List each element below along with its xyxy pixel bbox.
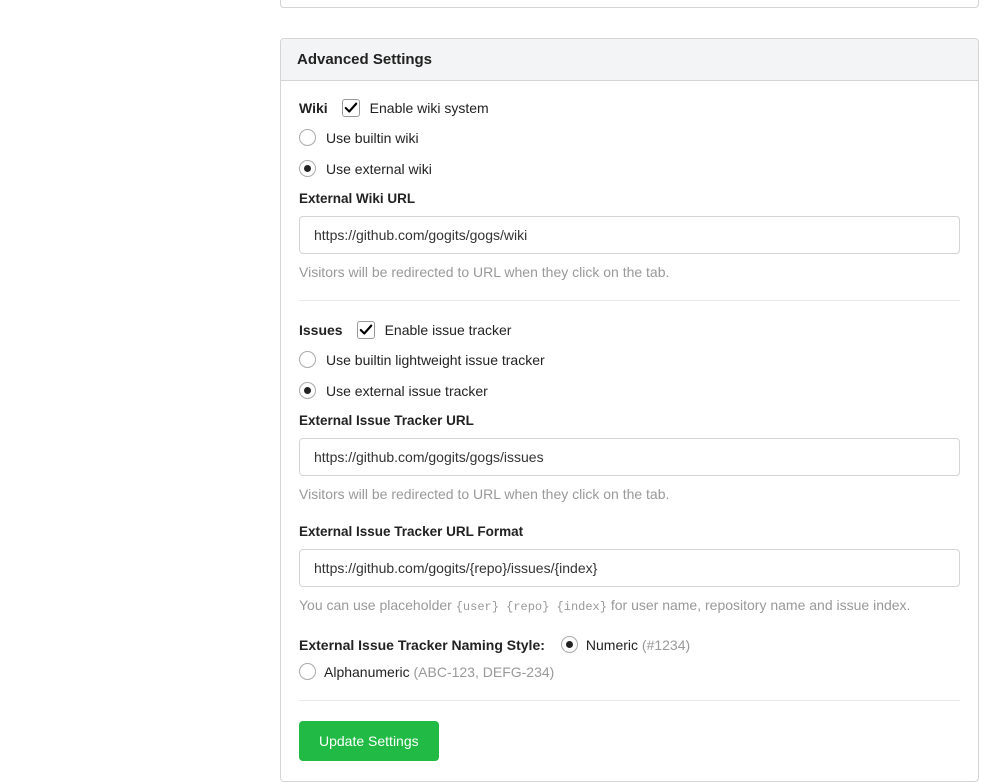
issues-builtin-row: Use builtin lightweight issue tracker — [299, 351, 960, 368]
advanced-settings-card: Advanced Settings Wiki Enable wiki syste… — [280, 38, 979, 782]
format-help-code: {user} {repo} {index} — [456, 600, 607, 614]
issues-builtin-radio[interactable] — [299, 351, 316, 368]
wiki-builtin-radio[interactable] — [299, 129, 316, 146]
naming-style-row: External Issue Tracker Naming Style: Num… — [299, 636, 960, 680]
wiki-label: Wiki — [299, 100, 328, 116]
alphanumeric-radio[interactable] — [299, 663, 316, 680]
issues-label: Issues — [299, 322, 343, 338]
numeric-radio[interactable] — [561, 636, 578, 653]
enable-issues-checkbox[interactable] — [357, 321, 375, 339]
enable-issues-label: Enable issue tracker — [385, 322, 512, 338]
check-icon — [359, 323, 373, 337]
numeric-option-label: Numeric (#1234) — [586, 637, 690, 653]
external-wiki-url-label: External Wiki URL — [299, 191, 960, 206]
external-wiki-url-input[interactable] — [299, 216, 960, 254]
wiki-external-label: Use external wiki — [326, 161, 432, 177]
format-help-pre: You can use placeholder — [299, 597, 456, 613]
external-issue-format-help: You can use placeholder {user} {repo} {i… — [299, 597, 960, 614]
external-issue-format-label: External Issue Tracker URL Format — [299, 524, 960, 539]
external-wiki-url-help: Visitors will be redirected to URL when … — [299, 264, 960, 280]
divider-2 — [299, 700, 960, 701]
wiki-external-radio[interactable] — [299, 160, 316, 177]
update-settings-button[interactable]: Update Settings — [299, 721, 439, 761]
wiki-external-row: Use external wiki — [299, 160, 960, 177]
numeric-label-text: Numeric — [586, 637, 638, 653]
external-issue-url-input[interactable] — [299, 438, 960, 476]
check-icon — [344, 101, 358, 115]
issues-builtin-label: Use builtin lightweight issue tracker — [326, 352, 545, 368]
issues-external-radio[interactable] — [299, 382, 316, 399]
format-help-post: for user name, repository name and issue… — [607, 597, 911, 613]
alphanumeric-option-label: Alphanumeric (ABC-123, DEFG-234) — [324, 664, 554, 680]
wiki-builtin-row: Use builtin wiki — [299, 129, 960, 146]
numeric-hint: (#1234) — [642, 637, 690, 653]
alpha-label-text: Alphanumeric — [324, 664, 410, 680]
external-issue-format-input[interactable] — [299, 549, 960, 587]
enable-wiki-label: Enable wiki system — [370, 100, 489, 116]
external-issue-url-label: External Issue Tracker URL — [299, 413, 960, 428]
card-body: Wiki Enable wiki system Use builtin wiki… — [281, 81, 978, 781]
external-issue-url-help: Visitors will be redirected to URL when … — [299, 486, 960, 502]
enable-wiki-checkbox[interactable] — [342, 99, 360, 117]
previous-card-edge — [280, 0, 979, 8]
divider — [299, 300, 960, 301]
wiki-enable-row: Wiki Enable wiki system — [299, 99, 960, 117]
card-header: Advanced Settings — [281, 39, 978, 81]
issues-external-label: Use external issue tracker — [326, 383, 488, 399]
alpha-hint: (ABC-123, DEFG-234) — [414, 664, 555, 680]
issues-enable-row: Issues Enable issue tracker — [299, 321, 960, 339]
naming-style-label: External Issue Tracker Naming Style: — [299, 637, 545, 653]
issues-external-row: Use external issue tracker — [299, 382, 960, 399]
wiki-builtin-label: Use builtin wiki — [326, 130, 419, 146]
